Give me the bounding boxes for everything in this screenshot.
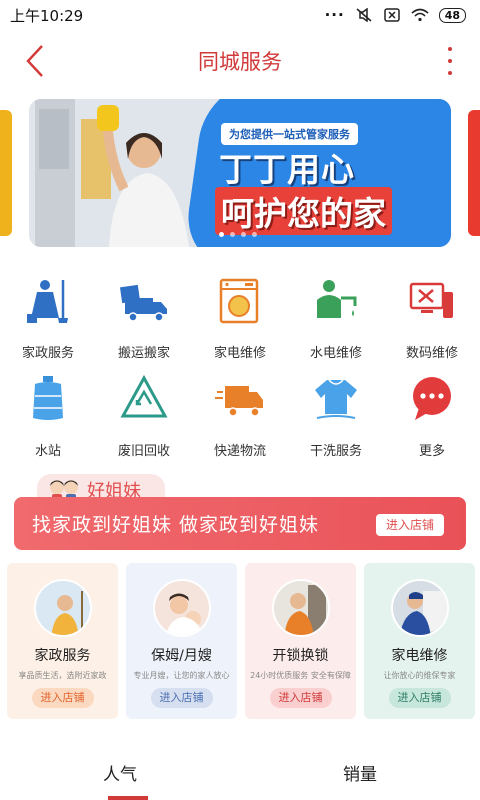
promo-slogan: 找家政到好姐妹 做家政到好姐妹 bbox=[32, 514, 320, 536]
card-enter-store-button[interactable]: 进入店铺 bbox=[388, 688, 451, 708]
service-housekeeping[interactable]: 家政服务 bbox=[0, 268, 96, 366]
housekeeping-icon bbox=[27, 280, 68, 323]
card-title: 家政服务 bbox=[34, 648, 91, 664]
more-vertical-icon[interactable] bbox=[440, 44, 460, 78]
promo-banner[interactable]: 找家政到好姐妹 做家政到好姐妹 进入店铺 bbox=[14, 497, 466, 550]
tab-popular[interactable]: 人气 bbox=[0, 740, 240, 800]
service-label: 快递物流 bbox=[213, 444, 266, 459]
card-title: 保姆/月嫂 bbox=[151, 648, 212, 664]
recycle-icon bbox=[120, 374, 168, 418]
store-card-locksmith[interactable]: 开锁换锁 24小时优质服务 安全有保障 进入店铺 bbox=[245, 563, 356, 719]
status-time: 上午10:29 bbox=[10, 6, 84, 25]
pagination-dot[interactable] bbox=[219, 232, 224, 237]
banner-carousel[interactable]: 为您提供一站式管家服务 丁丁用心 呵护您的家 bbox=[29, 99, 451, 247]
pagination-dot[interactable] bbox=[230, 232, 235, 237]
card-enter-store-button[interactable]: 进入店铺 bbox=[150, 688, 213, 708]
store-card-nanny[interactable]: 保姆/月嫂 专业月嫂，让您的家人放心 进入店铺 bbox=[126, 563, 237, 719]
moving-truck-icon bbox=[119, 284, 167, 322]
service-moving[interactable]: 搬运搬家 bbox=[96, 268, 192, 366]
plumber-icon bbox=[317, 280, 357, 318]
banner-subheadline: 呵护您的家 bbox=[215, 187, 392, 235]
water-bottle-icon bbox=[33, 376, 63, 420]
service-label: 搬运搬家 bbox=[117, 346, 170, 361]
service-plumbing[interactable]: 水电维修 bbox=[288, 268, 384, 366]
nanny-avatar bbox=[152, 579, 211, 637]
active-tab-indicator bbox=[108, 796, 148, 800]
store-card-housekeeping[interactable]: 家政服务 享品质生活，选附近家政 进入店铺 bbox=[7, 563, 118, 719]
card-subtitle: 24小时优质服务 安全有保障 bbox=[250, 671, 351, 680]
banner-pagination bbox=[219, 232, 257, 237]
service-label: 家政服务 bbox=[21, 346, 74, 361]
card-title: 开锁换锁 bbox=[272, 648, 329, 664]
service-recycling[interactable]: 废旧回收 bbox=[96, 366, 192, 464]
service-more[interactable]: 更多 bbox=[384, 366, 480, 464]
banner-prev-peek[interactable] bbox=[0, 110, 12, 236]
service-label: 水电维修 bbox=[309, 346, 362, 361]
nav-bar: 同城服务 bbox=[0, 30, 480, 92]
card-subtitle: 让你放心的维保专家 bbox=[383, 671, 456, 680]
more-chat-icon bbox=[413, 377, 451, 420]
card-enter-store-button[interactable]: 进入店铺 bbox=[31, 688, 94, 708]
card-subtitle: 专业月嫂，让您的家人放心 bbox=[133, 671, 230, 680]
tab-sales[interactable]: 销量 bbox=[240, 740, 480, 800]
card-subtitle: 享品质生活，选附近家政 bbox=[18, 671, 107, 680]
washing-machine-icon bbox=[219, 278, 259, 324]
pagination-dot[interactable] bbox=[252, 232, 257, 237]
status-bar: 上午10:29 ··· 48 bbox=[0, 0, 480, 30]
page-title: 同城服务 bbox=[198, 50, 282, 74]
service-digital-repair[interactable]: 数码维修 bbox=[384, 268, 480, 366]
service-express[interactable]: 快递物流 bbox=[192, 366, 288, 464]
service-label: 干洗服务 bbox=[309, 444, 362, 459]
banner-headline: 丁丁用心 bbox=[219, 150, 355, 189]
locksmith-avatar bbox=[271, 579, 330, 637]
notification-dots: ··· bbox=[324, 6, 345, 24]
sim-icon bbox=[383, 8, 400, 22]
service-label: 数码维修 bbox=[405, 346, 458, 361]
chevron-left-icon[interactable] bbox=[22, 44, 52, 78]
pagination-dot[interactable] bbox=[241, 232, 246, 237]
service-dry-clean[interactable]: 干洗服务 bbox=[288, 366, 384, 464]
status-icons: ··· 48 bbox=[325, 6, 466, 24]
tab-label: 人气 bbox=[103, 765, 137, 785]
store-cards: 家政服务 享品质生活，选附近家政 进入店铺 保姆/月嫂 专业月嫂，让您的家人放心… bbox=[7, 563, 475, 719]
promo-enter-store-button[interactable]: 进入店铺 bbox=[375, 514, 444, 536]
dry-clean-icon bbox=[315, 379, 357, 419]
banner-next-peek[interactable] bbox=[468, 110, 480, 236]
card-enter-store-button[interactable]: 进入店铺 bbox=[269, 688, 332, 708]
delivery-truck-icon bbox=[215, 386, 263, 417]
mute-icon bbox=[356, 8, 372, 22]
service-appliance-repair[interactable]: 家电维修 bbox=[192, 268, 288, 366]
digital-repair-icon bbox=[409, 282, 453, 318]
appliance-repair-avatar bbox=[390, 579, 449, 637]
card-title: 家电维修 bbox=[391, 648, 448, 664]
wifi-icon bbox=[411, 8, 429, 22]
sort-tabs: 人气 销量 bbox=[0, 740, 480, 800]
battery-indicator: 48 bbox=[438, 7, 466, 23]
service-label: 更多 bbox=[418, 444, 445, 459]
banner-ribbon: 为您提供一站式管家服务 bbox=[221, 123, 358, 145]
service-grid: 家政服务 搬运搬家 家电维修 水电维修 数码维修 水站 废旧回收 快递物流 干洗… bbox=[0, 268, 480, 464]
tab-label: 销量 bbox=[343, 765, 377, 785]
service-label: 家电维修 bbox=[213, 346, 266, 361]
service-label: 水站 bbox=[34, 444, 61, 459]
service-water-station[interactable]: 水站 bbox=[0, 366, 96, 464]
service-label: 废旧回收 bbox=[117, 444, 170, 459]
housekeeping-avatar bbox=[33, 579, 92, 637]
store-card-appliance-repair[interactable]: 家电维修 让你放心的维保专家 进入店铺 bbox=[364, 563, 475, 719]
